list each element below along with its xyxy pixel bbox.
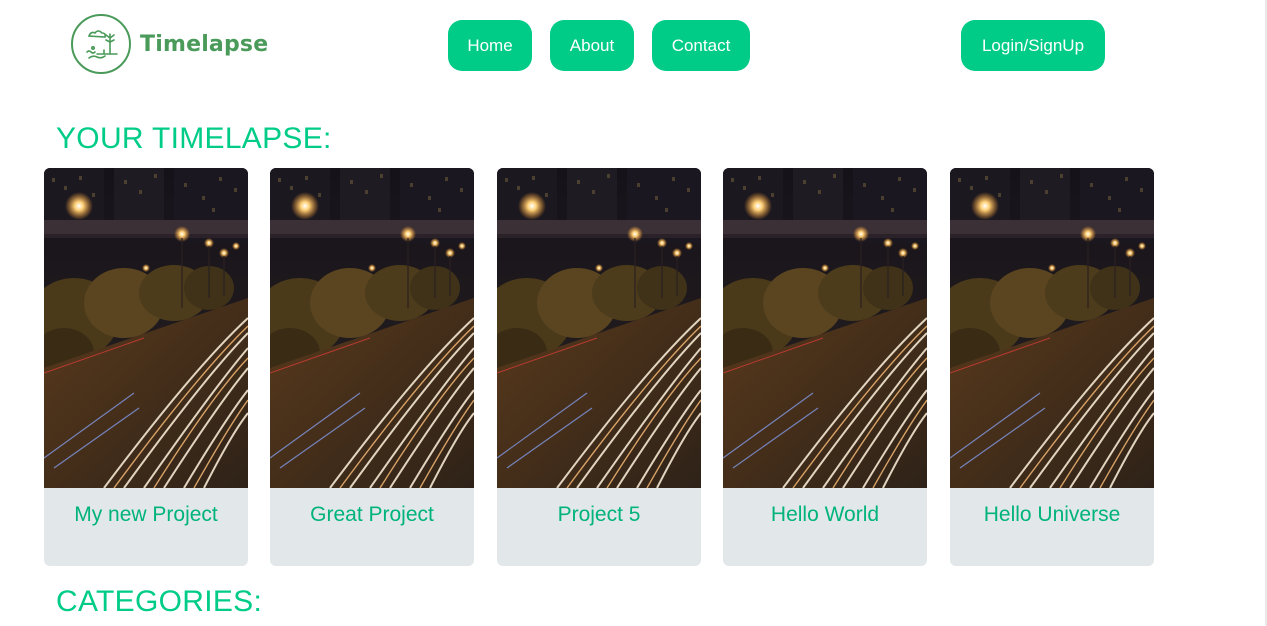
project-title: Project 5 — [557, 503, 641, 526]
project-title: Hello World — [770, 503, 880, 526]
project-card[interactable]: Project 5 — [497, 168, 701, 566]
project-card[interactable]: Hello World — [723, 168, 927, 566]
nav-contact-button[interactable]: Contact — [652, 20, 750, 71]
project-card[interactable]: Hello Universe — [950, 168, 1154, 566]
nav-home-button[interactable]: Home — [448, 20, 532, 71]
project-card[interactable]: My new Project — [44, 168, 248, 566]
project-thumbnail — [723, 168, 927, 488]
project-thumbnail — [270, 168, 474, 488]
project-title: Great Project — [310, 503, 434, 526]
project-thumbnail — [44, 168, 248, 488]
project-thumbnail — [950, 168, 1154, 488]
logo[interactable]: Timelapse — [71, 14, 268, 74]
logo-icon — [71, 14, 131, 74]
project-thumbnail — [497, 168, 701, 488]
project-card[interactable]: Great Project — [270, 168, 474, 566]
project-title: My new Project — [74, 503, 218, 526]
site-header: Timelapse Home About Contact Login/SignU… — [0, 0, 1265, 92]
login-signup-button[interactable]: Login/SignUp — [961, 20, 1105, 71]
nav-about-button[interactable]: About — [550, 20, 634, 71]
categories-heading: CATEGORIES: — [56, 585, 263, 618]
logo-text: Timelapse — [140, 31, 269, 57]
timelapse-heading: YOUR TIMELAPSE: — [56, 122, 332, 155]
project-title: Hello Universe — [983, 503, 1121, 526]
